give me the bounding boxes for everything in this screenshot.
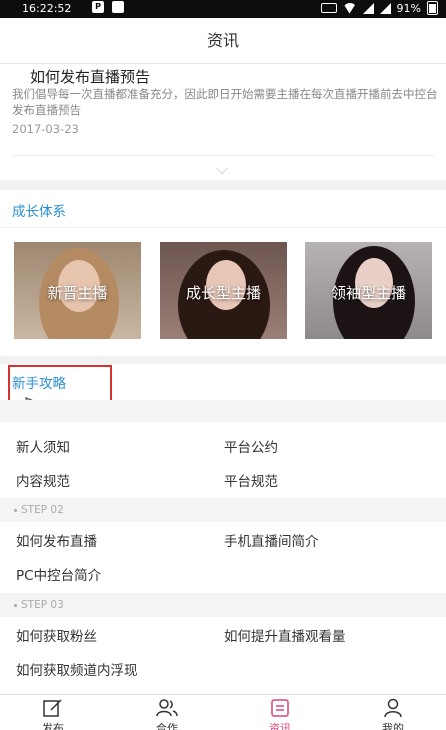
tab-news[interactable]: 资讯: [240, 695, 320, 730]
link-pc-console-intro[interactable]: PC中控台简介: [16, 564, 101, 584]
growth-card-newcomer[interactable]: 新晋主播: [14, 242, 141, 339]
link-channel-feature[interactable]: 如何获取频道内浮现: [16, 659, 138, 679]
step-3-bar: STEP 03: [0, 593, 446, 617]
card-label: 领袖型主播: [330, 284, 406, 302]
step-1-bar: [0, 400, 446, 422]
growth-card-growing[interactable]: 成长型主播: [160, 242, 287, 339]
tab-publish[interactable]: 发布: [13, 695, 93, 730]
growth-title: 成长体系: [12, 204, 66, 220]
bullet-dot: [14, 508, 17, 512]
tab-label: 发布: [42, 722, 64, 730]
battery-percent: 91%: [396, 1, 421, 15]
news-description: 我们倡导每一次直播都准备充分，因此即日开始需要主播在每次直播开播前去中控台发布直…: [12, 87, 438, 117]
step-2-bar: STEP 02: [0, 498, 446, 522]
vibrate-icon: [320, 3, 337, 13]
user-icon: [384, 698, 402, 718]
divider: [0, 227, 446, 228]
growth-card-leader[interactable]: 领袖型主播: [305, 242, 432, 339]
divider: [12, 155, 434, 156]
link-platform-convention[interactable]: 平台公约: [224, 436, 278, 456]
bottom-tab-bar: 发布 合作 资讯 我的: [0, 694, 446, 730]
signal-2-icon: [379, 2, 391, 14]
edit-icon: [43, 699, 62, 717]
growth-section: 成长体系 新晋主播 成长型主播 领袖型主播: [0, 190, 446, 356]
chevron-down-icon[interactable]: [216, 162, 228, 174]
status-bar: 16:22:52 P 91%: [0, 0, 446, 18]
tab-label: 合作: [156, 722, 178, 730]
card-label: 新晋主播: [47, 284, 108, 302]
link-platform-rules[interactable]: 平台规范: [224, 470, 278, 490]
card-label: 成长型主播: [185, 284, 261, 302]
p-icon: P: [92, 1, 104, 13]
link-how-to-broadcast[interactable]: 如何发布直播: [16, 530, 97, 550]
news-card[interactable]: 如何发布直播预告 我们倡导每一次直播都准备充分，因此即日开始需要主播在每次直播开…: [0, 64, 446, 180]
link-content-rules[interactable]: 内容规范: [16, 470, 70, 490]
signal-icon: [362, 2, 374, 14]
guide-section: 新手攻略 新人须知 平台公约 内容规范 平台规范 STEP 02 如何发布直播 …: [0, 364, 446, 694]
link-increase-views[interactable]: 如何提升直播观看量: [224, 625, 346, 645]
step-2-label: STEP 02: [21, 504, 64, 516]
news-icon: [271, 699, 289, 717]
tab-cooperate[interactable]: 合作: [127, 695, 207, 730]
tab-label: 我的: [382, 722, 404, 730]
news-title[interactable]: 如何发布直播预告: [30, 66, 150, 87]
link-get-fans[interactable]: 如何获取粉丝: [16, 625, 97, 645]
news-date: 2017-03-23: [12, 122, 79, 136]
tab-mine[interactable]: 我的: [353, 695, 433, 730]
people-icon: [156, 699, 178, 717]
battery-icon: [427, 1, 438, 15]
tab-label: 资讯: [269, 722, 291, 730]
step-3-label: STEP 03: [21, 599, 64, 611]
image-icon: [112, 1, 124, 13]
status-time: 16:22:52: [22, 2, 72, 15]
link-mobile-room-intro[interactable]: 手机直播间简介: [224, 530, 319, 550]
link-newcomer-notice[interactable]: 新人须知: [16, 436, 70, 456]
page-title: 资讯: [0, 18, 446, 64]
bullet-dot: [14, 603, 17, 607]
wifi-icon: [342, 2, 357, 14]
